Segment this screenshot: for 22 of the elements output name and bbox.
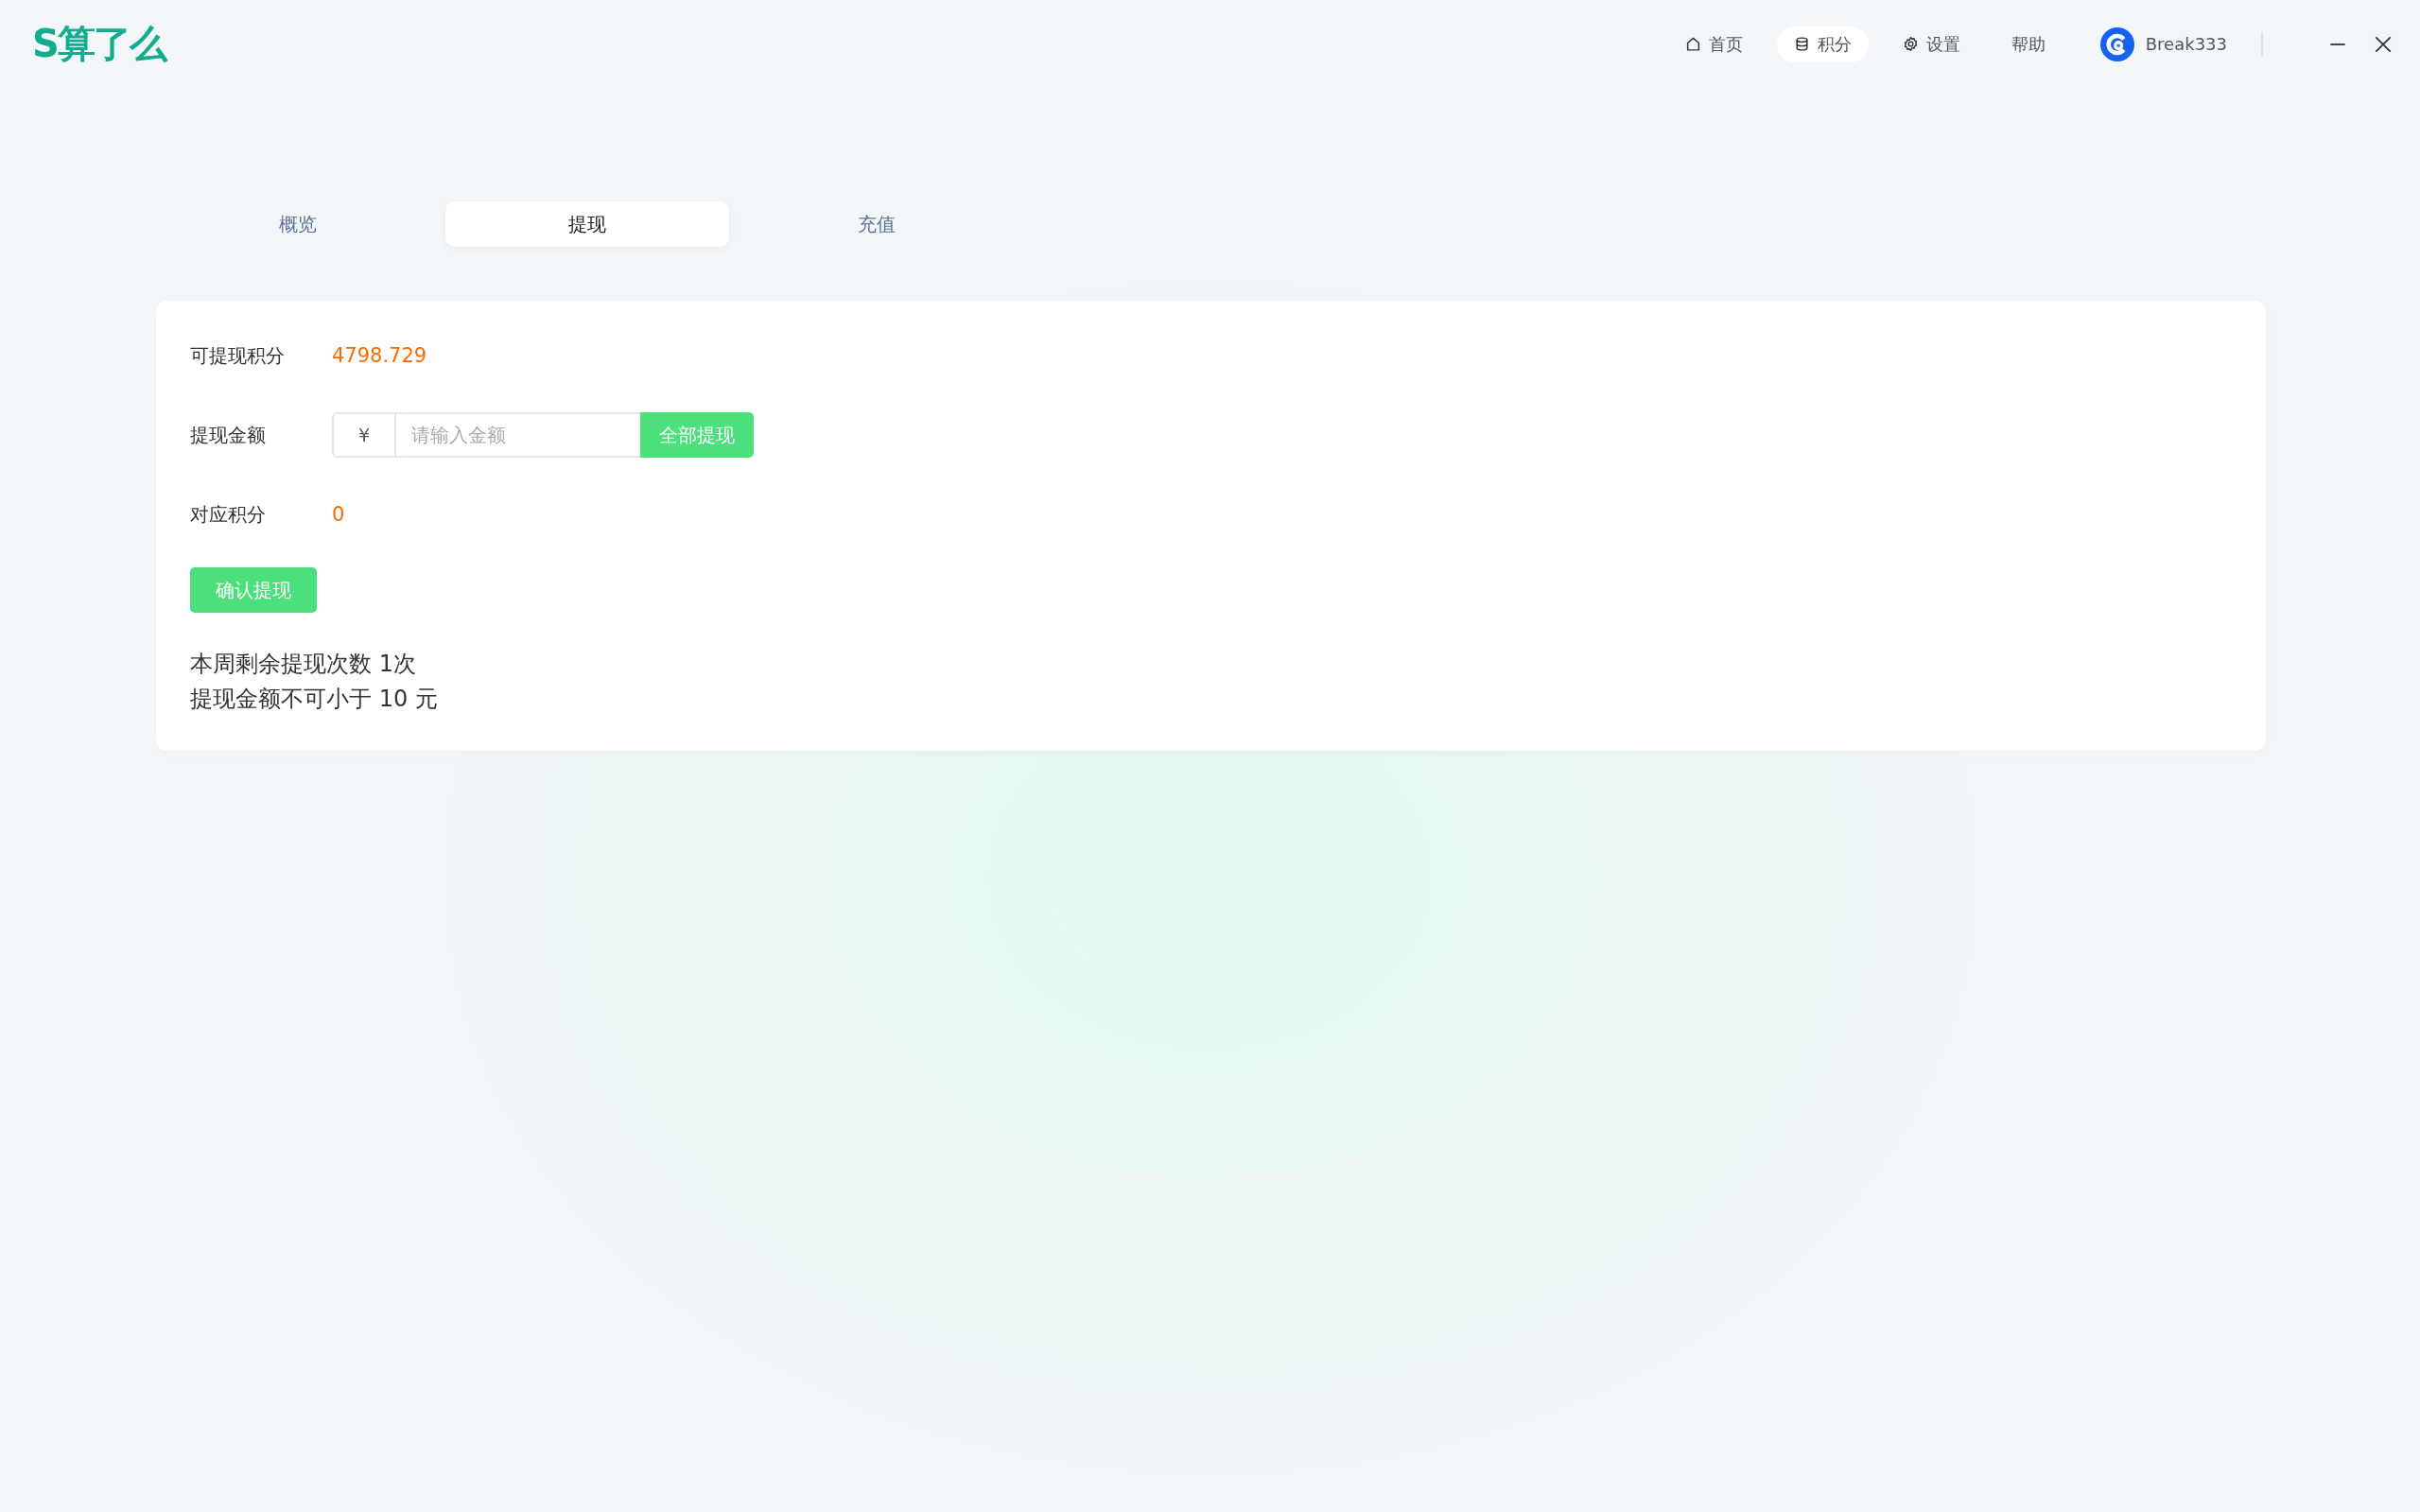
- app-logo: S算了么: [32, 21, 165, 67]
- nav-item[interactable]: 帮助: [1993, 26, 2063, 62]
- tab[interactable]: 充值: [735, 201, 1018, 247]
- currency-prefix: ¥: [332, 412, 396, 458]
- user-name[interactable]: Break333: [2145, 34, 2227, 54]
- home-icon: [1684, 36, 1701, 52]
- field-label: 可提现积分: [190, 342, 286, 369]
- points-value: 0: [332, 503, 345, 526]
- coin-stack-icon: [1793, 36, 1810, 52]
- amount-input[interactable]: 请输入金额: [396, 412, 640, 458]
- nav-item[interactable]: 设置: [1885, 26, 1977, 62]
- tab[interactable]: 概览: [156, 201, 440, 247]
- settings-icon: [1902, 36, 1919, 52]
- field-label: 对应积分: [190, 501, 267, 528]
- tab[interactable]: 提现: [445, 201, 729, 247]
- note-text: 本周剩余提现次数 1次: [190, 650, 417, 679]
- nav-item[interactable]: 积分: [1776, 26, 1869, 62]
- available-points: 4798.729: [332, 344, 427, 367]
- avatar-icon[interactable]: [2099, 26, 2134, 61]
- note-text: 提现金额不可小于 10 元: [190, 685, 439, 714]
- field-label: 提现金额: [190, 422, 267, 448]
- nav-item[interactable]: 首页: [1667, 26, 1760, 62]
